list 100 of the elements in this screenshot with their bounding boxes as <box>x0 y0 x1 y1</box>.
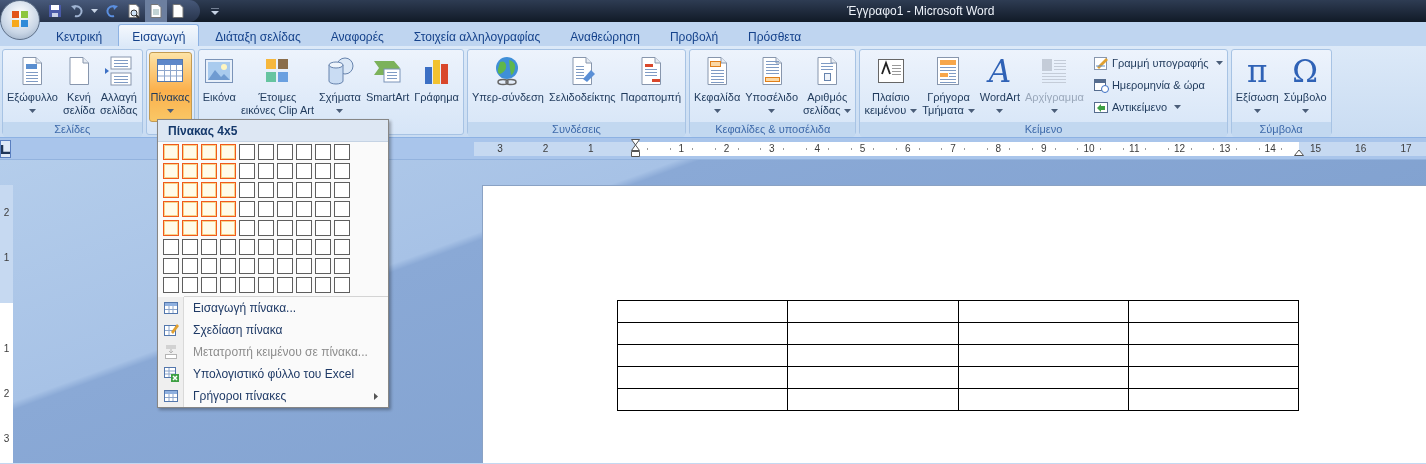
grid-cell[interactable] <box>220 258 236 274</box>
grid-cell[interactable] <box>334 220 350 236</box>
grid-cell[interactable] <box>258 163 274 179</box>
ribbon-button[interactable]: Αντικείμενο <box>1090 96 1225 118</box>
ribbon-button[interactable]: Ημερομηνία & ώρα <box>1090 74 1225 96</box>
grid-cell[interactable] <box>277 277 293 293</box>
menu-item[interactable]: Εισαγωγή πίνακα... <box>158 297 388 319</box>
grid-cell[interactable] <box>239 163 255 179</box>
grid-cell[interactable] <box>334 163 350 179</box>
ribbon-button[interactable]: Σελιδοδείκτης <box>546 52 618 122</box>
undo-icon[interactable] <box>69 3 85 19</box>
grid-cell[interactable] <box>163 258 179 274</box>
ribbon-button[interactable]: Αλλαγή σελίδας <box>98 52 140 122</box>
tab-selector-button[interactable] <box>0 140 11 158</box>
grid-cell[interactable] <box>277 258 293 274</box>
ribbon-button[interactable]: Κεφαλίδα <box>692 52 743 122</box>
grid-cell[interactable] <box>201 220 217 236</box>
right-indent-marker-icon[interactable] <box>1294 149 1304 156</box>
grid-cell[interactable] <box>182 144 198 160</box>
caret-icon[interactable] <box>91 9 98 13</box>
grid-cell[interactable] <box>239 239 255 255</box>
grid-cell[interactable] <box>182 182 198 198</box>
grid-cell[interactable] <box>296 239 312 255</box>
print-preview-icon[interactable] <box>126 3 142 19</box>
grid-cell[interactable] <box>220 144 236 160</box>
grid-cell[interactable] <box>239 201 255 217</box>
grid-cell[interactable] <box>296 144 312 160</box>
grid-cell[interactable] <box>201 239 217 255</box>
grid-cell[interactable] <box>239 182 255 198</box>
ribbon-button[interactable]: Ω Σύμβολο <box>1281 52 1329 122</box>
ribbon-button[interactable]: Πλαίσιο κειμένου <box>862 52 920 122</box>
grid-cell[interactable] <box>334 239 350 255</box>
ribbon-button[interactable]: Εξώφυλλο <box>5 52 60 122</box>
grid-cell[interactable] <box>163 182 179 198</box>
grid-cell[interactable] <box>182 277 198 293</box>
grid-cell[interactable] <box>201 163 217 179</box>
grid-cell[interactable] <box>163 239 179 255</box>
grid-cell[interactable] <box>201 201 217 217</box>
ribbon-tab[interactable]: Κεντρική <box>42 24 117 46</box>
menu-item[interactable]: Σχεδίαση πίνακα <box>158 319 388 341</box>
grid-cell[interactable] <box>201 258 217 274</box>
grid-cell[interactable] <box>296 220 312 236</box>
ribbon-button[interactable]: Αριθμός σελίδας <box>801 52 854 122</box>
ribbon-button[interactable]: Κενή σελίδα <box>60 52 98 122</box>
grid-cell[interactable] <box>163 144 179 160</box>
grid-cell[interactable] <box>220 182 236 198</box>
grid-cell[interactable] <box>258 277 274 293</box>
grid-cell[interactable] <box>220 163 236 179</box>
customize-toolbar-icon[interactable] <box>211 7 219 15</box>
grid-cell[interactable] <box>258 239 274 255</box>
grid-cell[interactable] <box>258 182 274 198</box>
grid-cell[interactable] <box>277 239 293 255</box>
grid-cell[interactable] <box>277 220 293 236</box>
ribbon-button[interactable]: Γρήγορα Τμήματα <box>920 52 977 122</box>
ribbon-tab[interactable]: Πρόσθετα <box>734 24 816 46</box>
ribbon-button[interactable]: π Εξίσωση <box>1233 52 1281 122</box>
grid-cell[interactable] <box>334 182 350 198</box>
ribbon-button[interactable]: Παραπομπή <box>618 52 684 122</box>
grid-cell[interactable] <box>277 163 293 179</box>
grid-cell[interactable] <box>201 277 217 293</box>
grid-cell[interactable] <box>163 277 179 293</box>
grid-cell[interactable] <box>315 144 331 160</box>
ribbon-tab[interactable]: Εισαγωγή <box>118 24 200 46</box>
ribbon-button[interactable]: Γράφημα <box>412 52 461 122</box>
ribbon-button[interactable]: Υποσέλιδο <box>743 52 800 122</box>
grid-cell[interactable] <box>315 201 331 217</box>
grid-cell[interactable] <box>201 182 217 198</box>
ribbon-tab[interactable]: Αναφορές <box>316 24 398 46</box>
grid-cell[interactable] <box>182 201 198 217</box>
grid-cell[interactable] <box>315 220 331 236</box>
ribbon-button[interactable]: Πίνακας <box>148 52 192 122</box>
grid-cell[interactable] <box>258 220 274 236</box>
grid-cell[interactable] <box>220 277 236 293</box>
grid-cell[interactable] <box>163 201 179 217</box>
ribbon-button[interactable]: A WordArt <box>977 52 1022 122</box>
grid-cell[interactable] <box>220 220 236 236</box>
grid-cell[interactable] <box>182 239 198 255</box>
grid-cell[interactable] <box>296 201 312 217</box>
grid-cell[interactable] <box>296 277 312 293</box>
grid-cell[interactable] <box>315 258 331 274</box>
grid-cell[interactable] <box>315 277 331 293</box>
grid-cell[interactable] <box>334 144 350 160</box>
grid-cell[interactable] <box>296 258 312 274</box>
redo-icon[interactable] <box>104 3 120 19</box>
grid-cell[interactable] <box>277 182 293 198</box>
grid-cell[interactable] <box>334 277 350 293</box>
grid-cell[interactable] <box>334 258 350 274</box>
grid-cell[interactable] <box>182 220 198 236</box>
grid-cell[interactable] <box>258 201 274 217</box>
grid-cell[interactable] <box>239 220 255 236</box>
grid-cell[interactable] <box>239 144 255 160</box>
grid-cell[interactable] <box>220 201 236 217</box>
ribbon-tab[interactable]: Διάταξη σελίδας <box>201 24 315 46</box>
menu-item[interactable]: Υπολογιστικό φύλλο του Excel <box>158 363 388 385</box>
grid-cell[interactable] <box>296 163 312 179</box>
menu-item[interactable]: Γρήγοροι πίνακες <box>158 385 388 407</box>
ribbon-tab[interactable]: Προβολή <box>655 24 733 46</box>
grid-cell[interactable] <box>277 201 293 217</box>
grid-cell[interactable] <box>163 163 179 179</box>
ribbon-tab[interactable]: Στοιχεία αλληλογραφίας <box>399 24 555 46</box>
